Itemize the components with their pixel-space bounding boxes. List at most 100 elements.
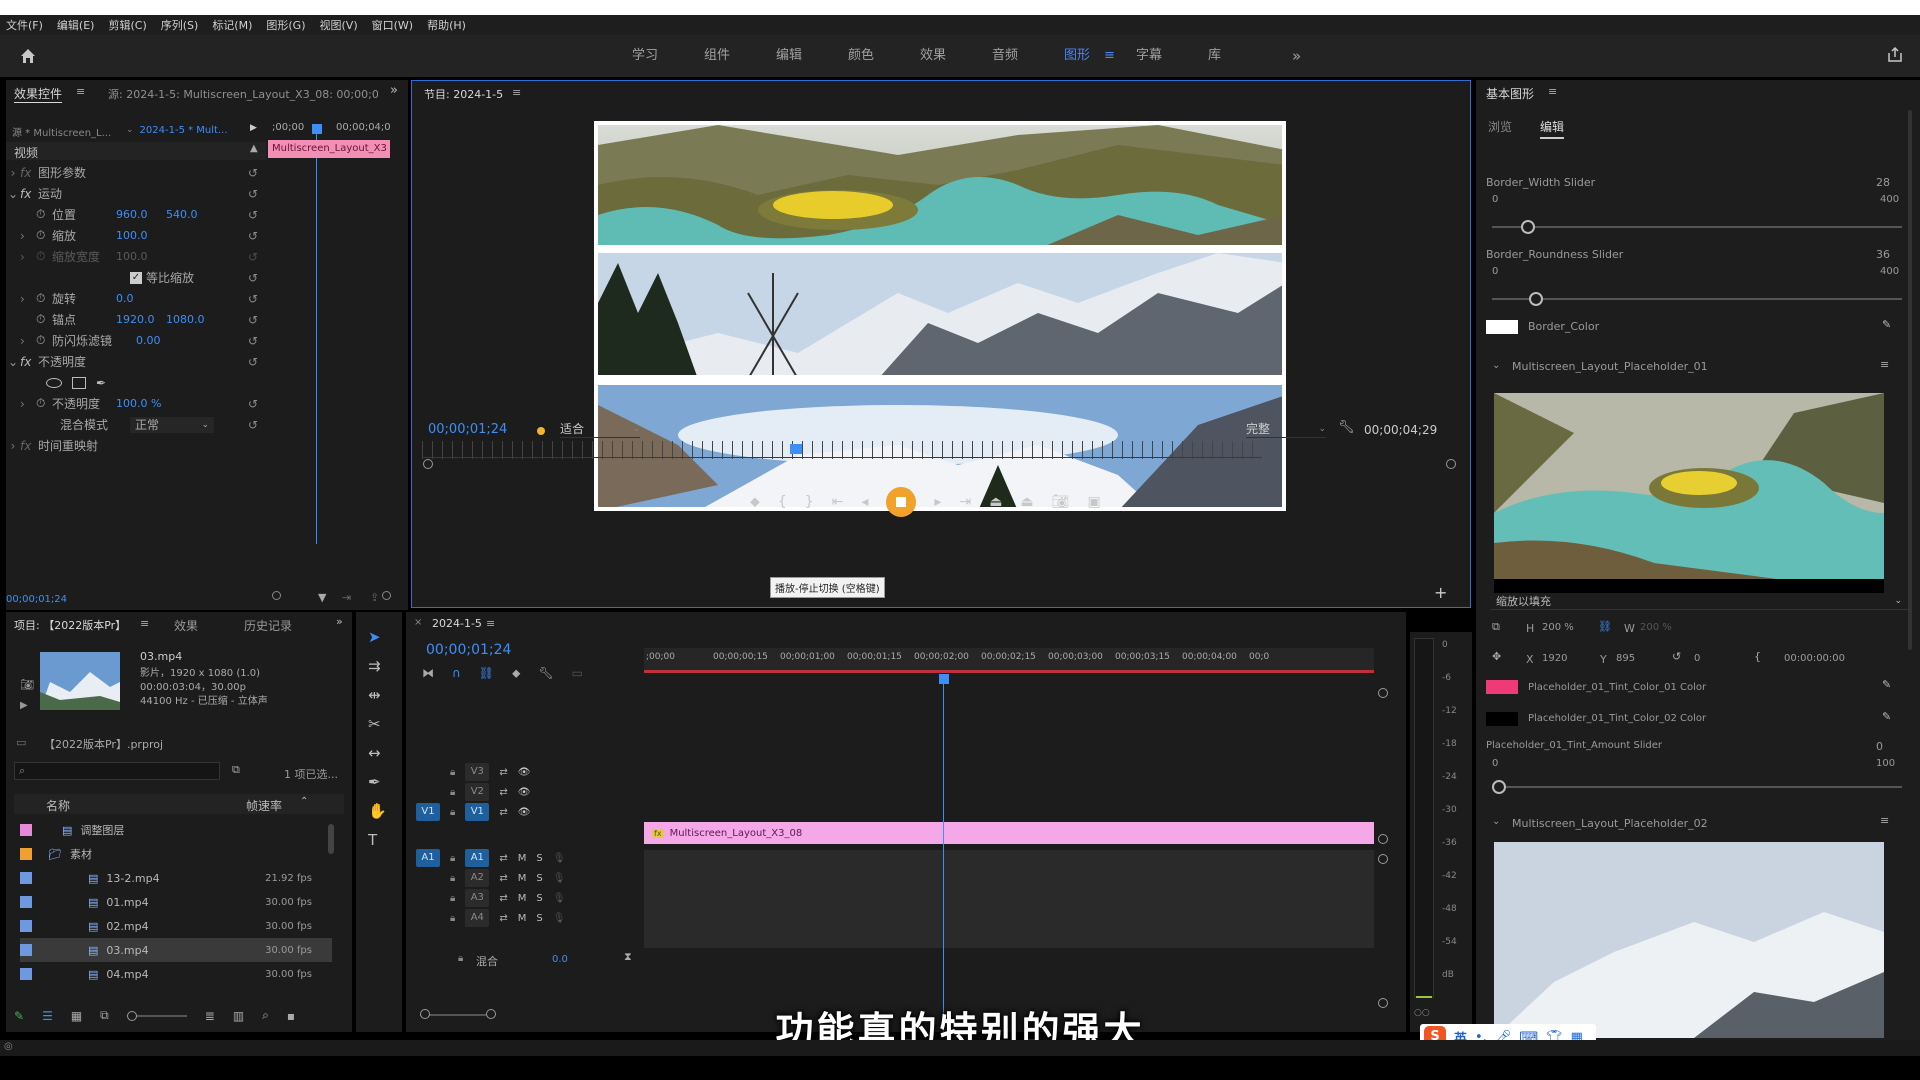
prop-scale[interactable]: › ⏱ 缩放 100.0 ↺ [6,225,268,246]
lock-icon[interactable]: 🔒︎ [450,873,455,884]
track-header[interactable]: A2🔒︎A2⇄MS🎙︎ [416,868,642,888]
track-label[interactable]: A4 [465,909,490,927]
collapse-icon[interactable]: ⌄ [1492,816,1500,827]
menu-item[interactable]: 剪辑(C) [108,17,146,33]
mix-value[interactable]: 0.0 [552,954,568,965]
lock-icon[interactable]: 🔒︎ [450,913,455,924]
prop-uniform-scale[interactable]: ✓ 等比缩放 ↺ [6,267,268,288]
reset-icon[interactable]: ↺ [248,208,258,222]
eyedropper-icon[interactable]: ✎ [1882,318,1891,331]
label-color-swatch[interactable] [20,824,32,836]
more-workspaces-icon[interactable]: » [1292,35,1301,77]
prop-rotation[interactable]: › ⏱ 旋转 0.0 ↺ [6,288,268,309]
nest-icon[interactable]: ⧓ [422,666,434,681]
fx-icon[interactable]: fx [20,187,38,201]
column-name[interactable]: 名称 [46,797,70,814]
position-y-value[interactable]: 540.0 [166,208,198,221]
track-area-audio[interactable] [644,850,1374,948]
expand-icon[interactable]: › [6,166,20,180]
clip-preview-thumbnail[interactable] [40,652,120,710]
rotation-value[interactable]: 0.0 [116,292,134,305]
eyedropper-icon[interactable]: ✎ [1882,710,1891,723]
quality-select[interactable]: 完整 ⌄ [1246,420,1326,438]
list-item[interactable]: ▤ 调整图层 [20,818,332,842]
tab-browse[interactable]: 浏览 [1488,118,1512,135]
menu-item[interactable]: 视图(V) [320,17,358,33]
reset-icon[interactable]: ↺ [248,229,258,243]
vscroll-handle-a[interactable] [1378,854,1388,864]
placeholder1-header[interactable]: Multiscreen_Layout_Placeholder_01 [1512,360,1708,373]
track-label[interactable]: A1 [465,849,490,867]
effect-controls-time[interactable]: 00;00;01;24 [6,594,67,605]
step-back-icon[interactable]: ◂ [861,494,868,510]
selection-tool-icon[interactable]: ➤ [368,628,387,646]
reset-icon[interactable]: ↺ [248,166,258,180]
mic-icon[interactable]: 🎙︎ [553,873,566,884]
reset-icon[interactable]: ↺ [248,334,258,348]
sequence-dropdown[interactable]: ⌄ 2024-1-5 * Mult... [126,122,262,138]
mini-timeline[interactable]: ;00;00 00;00;04;0 Multiscreen_Layout_X3 [266,120,396,550]
panel-menu-icon[interactable]: ≡ [140,617,149,630]
home-icon[interactable] [18,46,38,66]
tint2-swatch[interactable] [1486,712,1518,726]
fill-mode-select[interactable]: 缩放以填充 ⌄ [1490,592,1908,610]
lock-icon[interactable]: 🔒︎ [450,787,455,798]
export-icon[interactable]: ⇥ [342,591,351,604]
go-to-out-icon[interactable]: ⇥ [959,494,971,510]
project-title[interactable]: 项目: 【2022版本Pr】 [14,617,126,633]
scale-value[interactable]: 100.0 [116,229,148,242]
ripple-edit-icon[interactable]: ⇹ [368,686,387,704]
status-icon[interactable]: ◎ [4,1041,13,1052]
blend-mode-select[interactable]: 正常 ⌄ [130,416,214,433]
mute-icon[interactable]: M [518,893,527,904]
prop-opacity-group[interactable]: ⌄ fx 不透明度 ↺ [6,351,268,372]
timeline-title[interactable]: 2024-1-5 [432,617,482,630]
mark-in-icon[interactable]: { [778,494,787,510]
razor-icon[interactable]: ✂ [368,715,387,733]
column-fps[interactable]: 帧速率 [246,797,282,814]
h-value[interactable]: 200 % [1542,622,1574,633]
fx-icon[interactable]: fx [20,355,38,369]
sync-lock-icon[interactable]: ⇄ [499,807,507,818]
reset-icon[interactable]: ↺ [248,271,258,285]
group-menu-icon[interactable]: ≡ [1880,358,1889,371]
position-x-value[interactable]: 960.0 [116,208,166,221]
track-label[interactable]: A3 [465,889,490,907]
chain-link-icon[interactable]: ⛓︎ [1598,620,1612,633]
lock-icon[interactable]: 🔒︎ [450,853,455,864]
reset-icon[interactable]: ↺ [248,418,258,432]
list-item[interactable]: ▤ 01.mp4 30.00 fps [20,890,332,914]
border-round-value[interactable]: 36 [1876,248,1890,261]
mute-icon[interactable]: M [518,853,527,864]
eye-icon[interactable]: 👁︎ [518,787,531,798]
stopwatch-icon[interactable]: ⏱ [36,312,52,327]
reset-icon[interactable]: ↺ [248,187,258,201]
workspace-tab[interactable]: 库 [1208,35,1221,77]
list-item[interactable]: ▤ 02.mp4 30.00 fps [20,914,332,938]
mute-icon[interactable]: M [518,873,527,884]
mini-clip-bar[interactable]: Multiscreen_Layout_X3 [268,140,390,158]
prop-position[interactable]: ⏱ 位置 960.0 540.0 ↺ [6,204,268,225]
anchor-y-value[interactable]: 1080.0 [166,313,205,326]
workspace-tab[interactable]: 图形 [1064,35,1090,77]
prop-anchor[interactable]: ⏱ 锚点 1920.0 1080.0 ↺ [6,309,268,330]
panel-menu-icon[interactable]: ≡ [486,617,495,630]
expand-icon[interactable]: › [6,439,20,453]
prop-motion[interactable]: ⌄ fx 运动 ↺ [6,183,268,204]
border-round-knob[interactable] [1528,292,1543,306]
mini-playhead[interactable] [312,124,322,134]
pen-mask-icon[interactable]: ✒ [96,376,106,390]
mark-out-icon[interactable]: } [805,494,814,510]
opacity-value[interactable]: 100.0 % [116,397,161,410]
sync-lock-icon[interactable]: ⇄ [499,913,507,924]
sync-lock-icon[interactable]: ⇄ [499,767,507,778]
add-marker-icon[interactable]: ⬥ [750,494,760,510]
list-item[interactable]: ▤ 04.mp4 30.00 fps [20,962,332,986]
expand-icon[interactable]: › [20,229,36,243]
track-label[interactable]: V2 [465,783,490,801]
menu-item[interactable]: 序列(S) [161,17,199,33]
prop-opacity[interactable]: › ⏱ 不透明度 100.0 % ↺ [6,393,268,414]
captions-icon[interactable]: ▭ [572,666,583,681]
collapse-icon[interactable]: ⌄ [6,187,20,201]
tint-amount-track[interactable] [1492,786,1902,788]
